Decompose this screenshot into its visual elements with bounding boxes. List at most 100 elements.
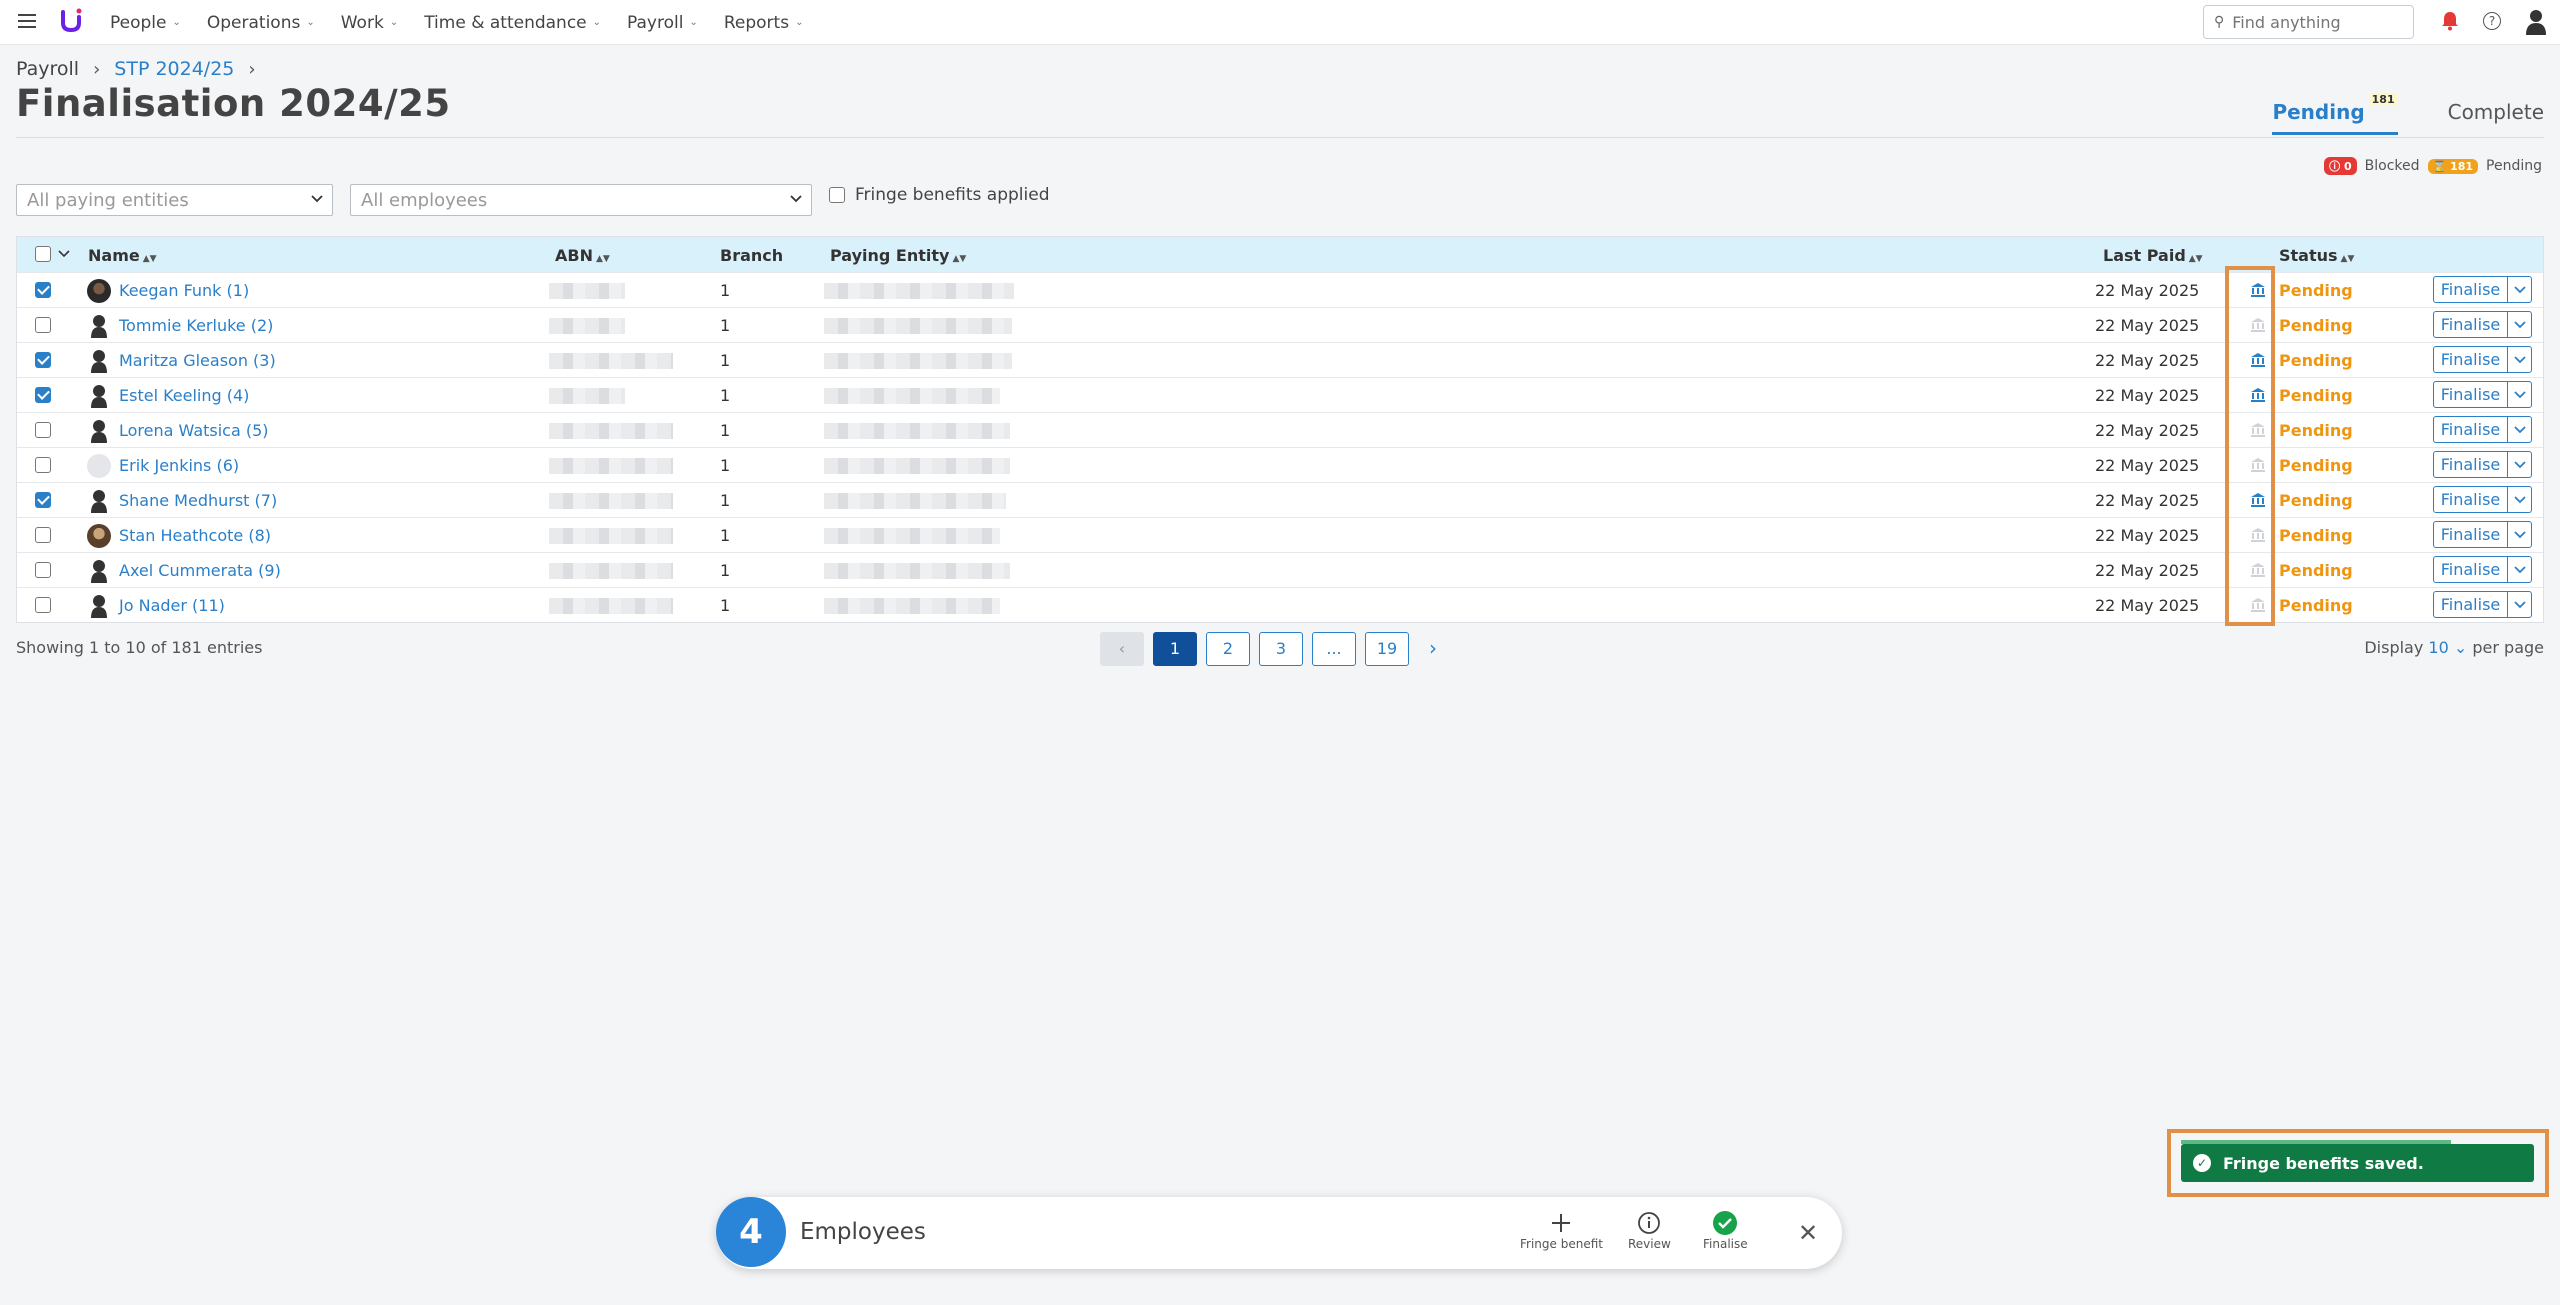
chevron-down-icon[interactable] (2508, 522, 2531, 547)
last-paid-date: 22 May 2025 (2095, 316, 2200, 335)
tab-complete[interactable]: Complete (2448, 100, 2544, 135)
employee-name-link[interactable]: Estel Keeling (4) (119, 386, 249, 405)
row-checkbox[interactable] (35, 282, 51, 298)
finalise-button[interactable]: Finalise (2433, 521, 2532, 548)
employees-select[interactable]: All employees (350, 184, 812, 216)
row-checkbox[interactable] (35, 562, 51, 578)
header-status[interactable]: Status ▲▼ (2279, 246, 2354, 265)
header-paying-entity[interactable]: Paying Entity ▲▼ (830, 246, 966, 265)
chevron-down-icon[interactable] (2508, 382, 2531, 407)
notification-bell-icon[interactable] (2441, 11, 2459, 31)
breadcrumb-stp[interactable]: STP 2024/25 (114, 58, 234, 80)
finalise-button[interactable]: Finalise (2433, 556, 2532, 583)
status-badge: Pending (2279, 456, 2353, 475)
avatar (91, 385, 107, 408)
status-badge: Pending (2279, 281, 2353, 300)
branch-value: 1 (720, 561, 731, 580)
nav-time-attendance[interactable]: Time & attendance ⌄ (424, 13, 601, 33)
employee-name-link[interactable]: Keegan Funk (1) (119, 281, 249, 300)
fringe-benefit-action[interactable]: Fringe benefit (1520, 1209, 1603, 1251)
table-row: Maritza Gleason (3) 1 22 May 2025 Pending Fi… (17, 342, 2543, 377)
status-badge: Pending (2279, 316, 2353, 335)
nav-people[interactable]: People ⌄ (110, 13, 181, 33)
chevron-down-icon[interactable] (2508, 417, 2531, 442)
chevron-down-icon[interactable] (2508, 557, 2531, 582)
menu-icon[interactable] (18, 14, 36, 30)
chevron-down-icon[interactable] (2508, 487, 2531, 512)
employee-name-link[interactable]: Lorena Watsica (5) (119, 421, 269, 440)
user-avatar-icon[interactable] (2526, 9, 2546, 35)
search-input[interactable] (2232, 12, 2393, 32)
employee-name-link[interactable]: Stan Heathcote (8) (119, 526, 271, 545)
page-1-button[interactable]: 1 (1153, 632, 1197, 666)
employees-table: Name ▲▼ ABN ▲▼ Branch Paying Entity ▲▼ Last… (16, 236, 2544, 623)
employee-name-link[interactable]: Shane Medhurst (7) (119, 491, 277, 510)
finalise-action[interactable]: Finalise (1703, 1209, 1748, 1251)
fringe-filter-checkbox[interactable] (829, 187, 845, 203)
prev-page-button[interactable]: ‹ (1100, 632, 1144, 666)
page-ellipsis-button[interactable]: ... (1312, 632, 1356, 666)
employee-name-link[interactable]: Jo Nader (11) (119, 596, 225, 615)
finalise-button[interactable]: Finalise (2433, 311, 2532, 338)
table-row: Keegan Funk (1) 1 22 May 2025 Pending Finali… (17, 272, 2543, 307)
finalise-button[interactable]: Finalise (2433, 381, 2532, 408)
page-3-button[interactable]: 3 (1259, 632, 1303, 666)
row-checkbox[interactable] (35, 527, 51, 543)
header-last-paid[interactable]: Last Paid ▲▼ (2103, 246, 2203, 265)
tab-pending-count: 181 (2368, 93, 2398, 107)
next-page-button[interactable]: › (1418, 632, 1448, 666)
finalise-button[interactable]: Finalise (2433, 276, 2532, 303)
tab-pending[interactable]: Pending181 (2272, 93, 2398, 135)
app-logo[interactable] (60, 8, 82, 41)
chevron-down-icon[interactable] (2508, 347, 2531, 372)
page-size-select[interactable]: 10 ⌄ (2428, 638, 2467, 657)
avatar (87, 524, 111, 548)
branch-value: 1 (720, 281, 731, 300)
nav-operations[interactable]: Operations ⌄ (207, 13, 315, 33)
paying-entities-select[interactable]: All paying entities (16, 184, 333, 216)
row-checkbox[interactable] (35, 352, 51, 368)
finalise-button[interactable]: Finalise (2433, 416, 2532, 443)
row-checkbox[interactable] (35, 457, 51, 473)
close-icon[interactable]: ✕ (1798, 1219, 1818, 1247)
success-toast[interactable]: ✓ Fringe benefits saved. (2181, 1144, 2534, 1182)
header-name[interactable]: Name ▲▼ (88, 246, 157, 265)
page-2-button[interactable]: 2 (1206, 632, 1250, 666)
employee-name-link[interactable]: Erik Jenkins (6) (119, 456, 239, 475)
row-checkbox[interactable] (35, 492, 51, 508)
fringe-benefits-filter[interactable]: Fringe benefits applied (829, 185, 1050, 205)
row-checkbox[interactable] (35, 422, 51, 438)
entity-redacted (824, 388, 1000, 404)
row-checkbox[interactable] (35, 597, 51, 613)
chevron-down-icon[interactable] (2508, 452, 2531, 477)
chevron-down-icon[interactable] (2508, 312, 2531, 337)
finalise-button[interactable]: Finalise (2433, 591, 2532, 618)
last-paid-date: 22 May 2025 (2095, 421, 2200, 440)
help-icon[interactable]: ? (2483, 12, 2501, 30)
abn-redacted (549, 458, 673, 474)
breadcrumb-payroll[interactable]: Payroll (16, 58, 79, 80)
finalise-button[interactable]: Finalise (2433, 451, 2532, 478)
abn-redacted (549, 283, 625, 299)
chevron-right-icon: › (93, 58, 101, 80)
employee-name-link[interactable]: Axel Cummerata (9) (119, 561, 281, 580)
nav-reports[interactable]: Reports ⌄ (724, 13, 804, 33)
page-19-button[interactable]: 19 (1365, 632, 1409, 666)
header-abn[interactable]: ABN ▲▼ (555, 246, 610, 265)
sort-icon: ▲▼ (595, 254, 610, 264)
nav-work[interactable]: Work ⌄ (341, 13, 398, 33)
search-icon: ⚲ (2214, 14, 2225, 30)
review-action[interactable]: Review (1628, 1209, 1671, 1251)
select-all-checkbox[interactable] (35, 246, 51, 262)
nav-payroll[interactable]: Payroll ⌄ (627, 13, 698, 33)
row-checkbox[interactable] (35, 317, 51, 333)
finalise-button[interactable]: Finalise (2433, 346, 2532, 373)
finalise-button[interactable]: Finalise (2433, 486, 2532, 513)
chevron-down-icon[interactable] (2508, 592, 2531, 617)
chevron-down-icon[interactable] (58, 249, 70, 259)
chevron-down-icon[interactable] (2508, 277, 2531, 302)
row-checkbox[interactable] (35, 387, 51, 403)
employee-name-link[interactable]: Maritza Gleason (3) (119, 351, 276, 370)
global-search[interactable]: ⚲ (2203, 5, 2414, 39)
employee-name-link[interactable]: Tommie Kerluke (2) (119, 316, 273, 335)
